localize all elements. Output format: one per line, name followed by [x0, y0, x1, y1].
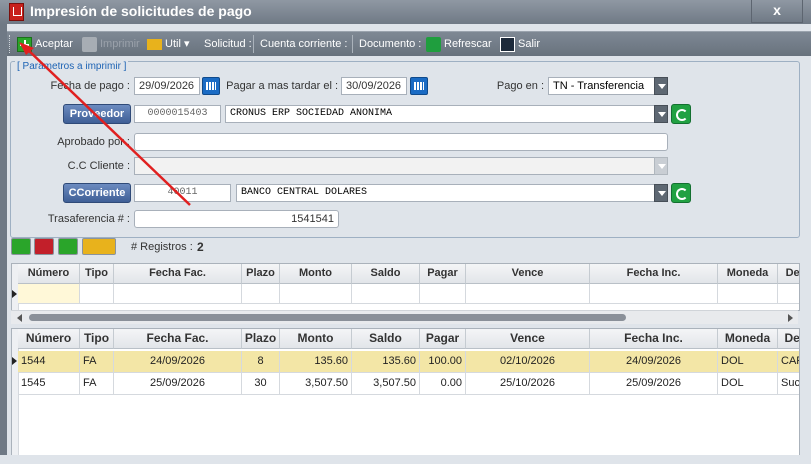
annotation-arrow-line: [25, 47, 191, 206]
annotation-arrow: [19, 42, 191, 206]
window: Impresión de solicitudes de pago x Acept…: [0, 0, 811, 464]
